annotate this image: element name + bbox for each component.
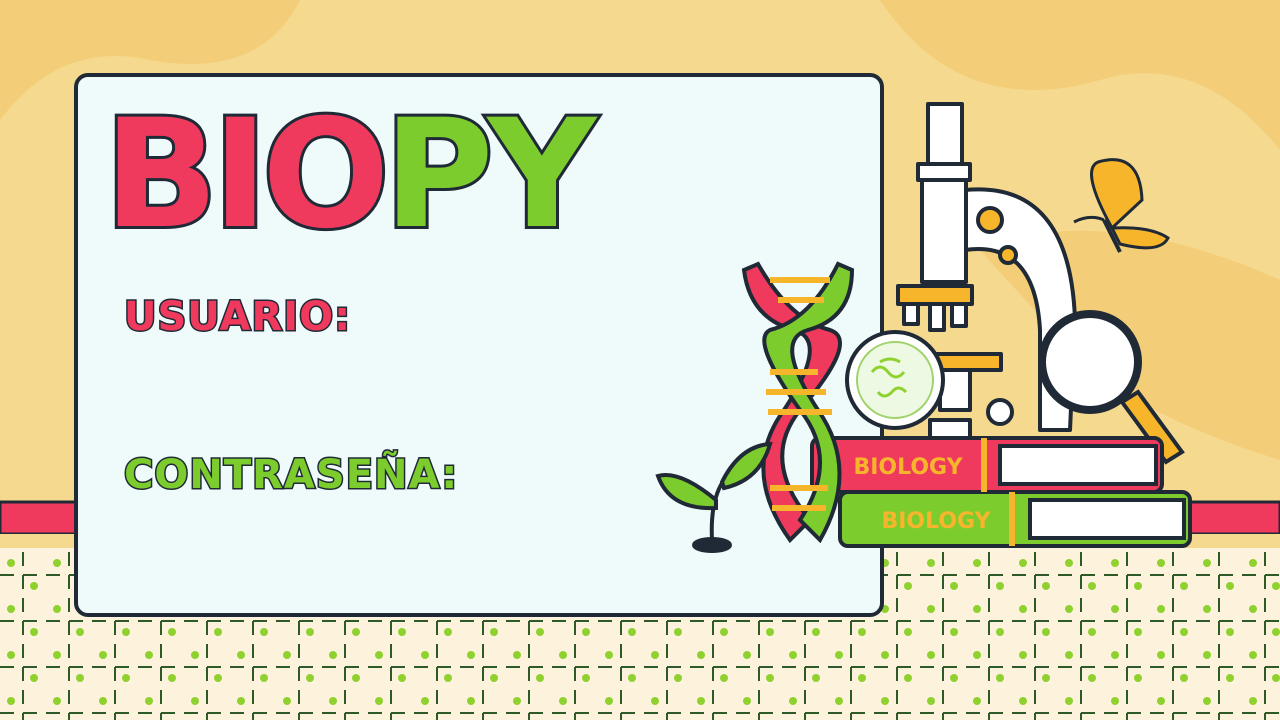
book-title-top: BIOLOGY	[853, 455, 963, 480]
petri-dish-icon	[845, 330, 945, 430]
password-input[interactable]	[496, 460, 710, 506]
dna-icon	[741, 261, 855, 544]
password-label: CONTRASEÑA:	[122, 451, 459, 500]
title-py: PY	[381, 88, 600, 262]
username-label: USUARIO:	[122, 293, 352, 342]
app-title: BIOPY	[101, 97, 599, 253]
book-title-bottom: BIOLOGY	[881, 509, 991, 534]
username-input[interactable]	[378, 302, 712, 348]
title-bio: BIO	[101, 88, 393, 262]
butterfly-icon	[1073, 158, 1170, 253]
